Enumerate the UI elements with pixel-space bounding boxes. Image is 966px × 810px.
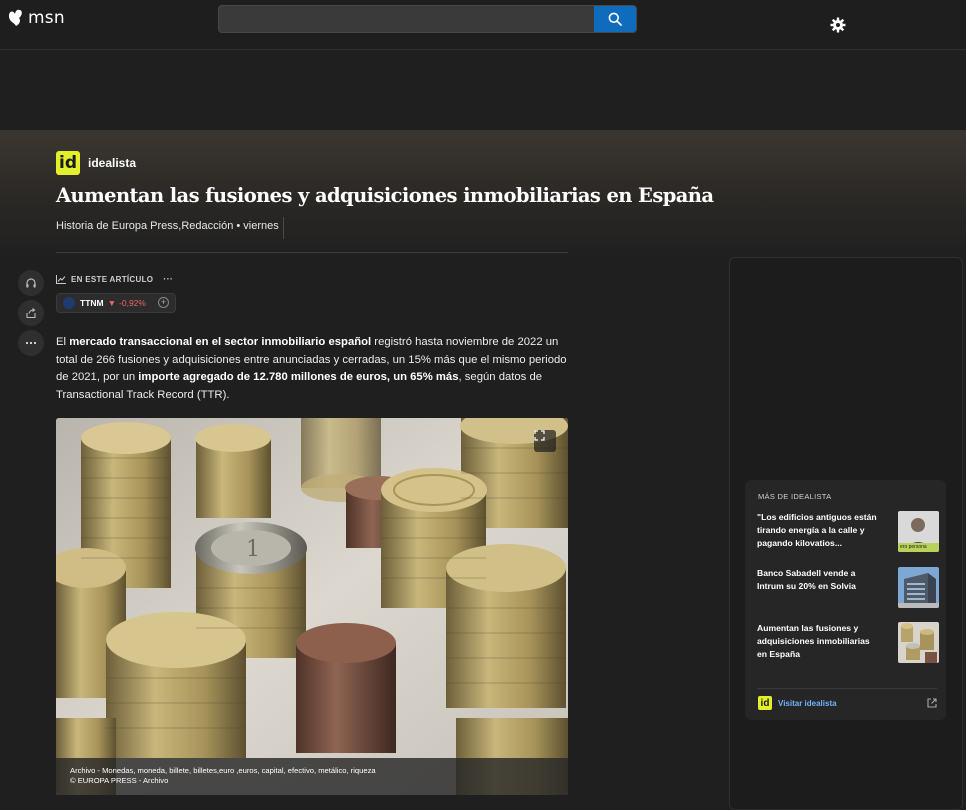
visit-label[interactable]: Visitar idealista [778, 699, 837, 708]
listen-button[interactable] [18, 270, 44, 296]
body-seg-bold: importe agregado de 12.780 millones de e… [138, 371, 459, 384]
logo-text: msn [28, 8, 65, 28]
more-icon [25, 341, 37, 345]
add-to-watchlist-icon[interactable]: + [158, 297, 169, 308]
thumbnail[interactable] [898, 622, 939, 663]
expand-icon [534, 430, 545, 441]
thumbnail[interactable] [898, 567, 939, 608]
article-byline: Historia de Europa Press,Redacción • vie… [56, 220, 279, 232]
stock-change: -0,92% [119, 298, 146, 308]
header-divider [56, 252, 568, 253]
person-thumbnail: ero persona [898, 511, 939, 552]
stock-symbol: TTNM [80, 298, 104, 308]
article-paragraph: El mercado transaccional en el sector in… [56, 334, 572, 404]
butterfly-icon [9, 9, 22, 26]
share-button[interactable] [18, 300, 44, 326]
headphones-icon [26, 278, 36, 288]
idealista-small-logo: id [758, 696, 772, 710]
stock-chip[interactable]: TTNM ▼ -0,92% + [56, 293, 176, 313]
stock-arrow: ▼ [107, 298, 117, 308]
in-article-more[interactable]: ··· [163, 274, 173, 284]
publisher[interactable]: id idealista [56, 151, 136, 175]
chart-icon [56, 274, 66, 284]
list-item-title[interactable]: Aumentan las fusiones y adquisiciones in… [757, 622, 879, 662]
search-input[interactable] [219, 6, 595, 32]
thumb-caption: ero persona [900, 544, 927, 550]
visit-publisher-link[interactable]: id Visitar idealista [758, 696, 837, 710]
caption-line-2: © EUROPA PRESS - Archivo [70, 776, 169, 785]
publisher-name[interactable]: idealista [88, 156, 136, 170]
list-item[interactable]: Banco Sabadell vende a Intrum su 20% en … [757, 567, 939, 612]
list-item[interactable]: "Los edificios antiguos están tirando en… [757, 511, 939, 556]
byline-divider [283, 217, 284, 239]
article-image[interactable]: 1 Archivo - Monedas, moneda, billete, bi… [56, 418, 568, 795]
image-caption: Archivo - Monedas, moneda, billete, bill… [56, 758, 568, 795]
gear-icon[interactable] [830, 17, 846, 33]
in-article-label: EN ESTE ARTÍCULO [71, 274, 154, 284]
list-item-title[interactable]: Banco Sabadell vende a Intrum su 20% en … [757, 567, 879, 593]
svg-text:1: 1 [246, 537, 260, 562]
article-title: Aumentan las fusiones y adquisiciones in… [56, 184, 714, 207]
caption-line-1: Archivo - Monedas, moneda, billete, bill… [70, 766, 376, 775]
search-box[interactable] [218, 5, 637, 33]
more-from-publisher-card: MÁS DE IDEALISTA "Los edificios antiguos… [745, 480, 946, 720]
idealista-logo: id [56, 151, 80, 175]
fullscreen-button[interactable] [534, 430, 556, 452]
list-item[interactable]: Aumentan las fusiones y adquisiciones in… [757, 622, 939, 667]
top-bar: msn [0, 0, 966, 50]
coins-thumbnail [898, 622, 939, 663]
external-link-icon[interactable] [926, 697, 938, 709]
stock-logo-icon [63, 297, 75, 309]
body-seg: El [56, 336, 70, 348]
share-icon [26, 308, 36, 319]
search-button[interactable] [594, 6, 636, 32]
msn-logo[interactable]: msn [8, 8, 65, 28]
more-heading: MÁS DE IDEALISTA [758, 492, 832, 501]
body-seg-bold: mercado transaccional en el sector inmob… [69, 336, 372, 348]
more-options-button[interactable] [18, 330, 44, 356]
building-thumbnail [898, 567, 939, 608]
card-divider [757, 688, 937, 689]
search-icon [608, 12, 622, 26]
list-item-title[interactable]: "Los edificios antiguos están tirando en… [757, 511, 879, 551]
coins-photo: 1 [56, 418, 568, 795]
thumbnail[interactable]: ero persona [898, 511, 939, 552]
in-article-header: EN ESTE ARTÍCULO ··· [56, 274, 173, 284]
